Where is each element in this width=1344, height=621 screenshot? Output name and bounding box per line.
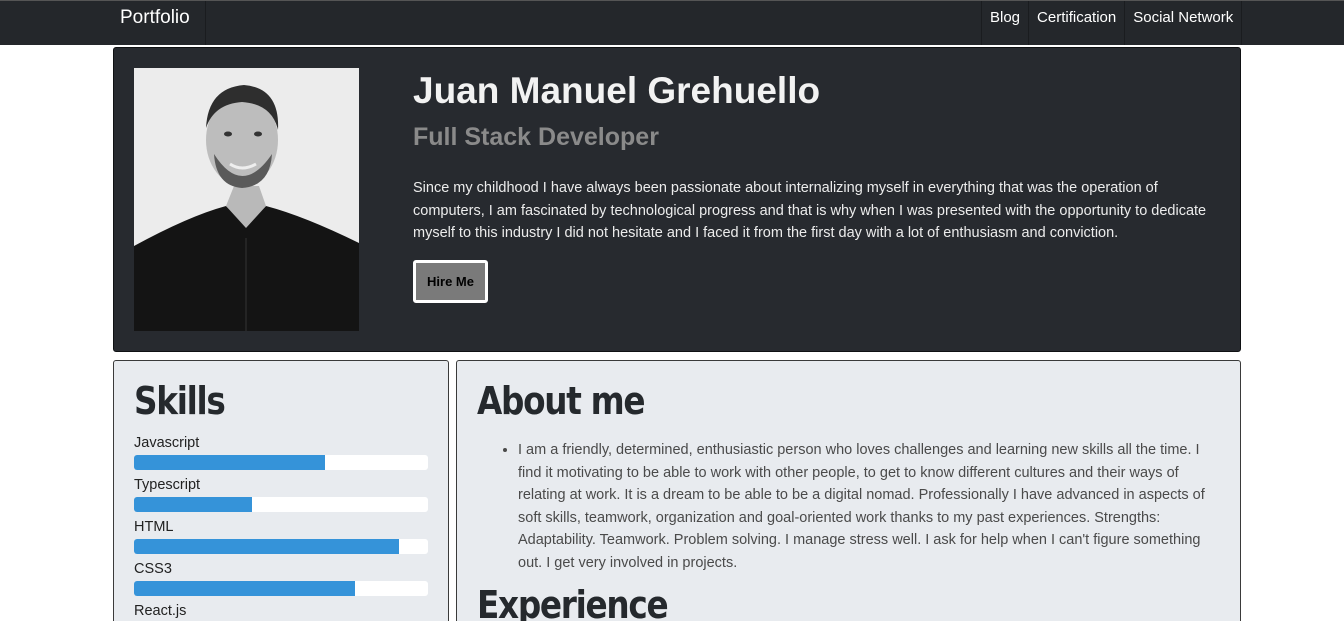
hero-role: Full Stack Developer	[413, 123, 659, 151]
skill-label: Typescript	[134, 477, 201, 493]
hero-bio: Since my childhood I have always been pa…	[413, 180, 1207, 241]
about-text: I am a friendly, determined, enthusiasti…	[518, 439, 1223, 575]
hero-name: Juan Manuel Grehuello	[413, 70, 821, 111]
skill-progress-bar	[134, 455, 428, 470]
skill-css3: CSS3	[134, 561, 428, 596]
skill-progress-fill	[134, 497, 252, 512]
skill-progress-fill	[134, 539, 399, 554]
nav-link-certification[interactable]: Certification	[1028, 1, 1124, 45]
about-panel: About me I am a friendly, determined, en…	[456, 360, 1241, 621]
skill-label: React.js	[134, 603, 187, 619]
nav-links: Blog Certification Social Network	[981, 1, 1243, 45]
skills-panel: Skills Javascript Typescript HTML CSS3 R…	[113, 360, 449, 621]
skill-progress-bar	[134, 539, 428, 554]
hero-card: Juan Manuel Grehuello Full Stack Develop…	[113, 47, 1241, 352]
nav-link-blog[interactable]: Blog	[981, 1, 1028, 45]
skill-typescript: Typescript	[134, 477, 428, 512]
hire-me-button[interactable]: Hire Me	[413, 260, 488, 303]
skill-progress-bar	[134, 497, 428, 512]
top-navbar: Portfolio Blog Certification Social Netw…	[0, 0, 1344, 45]
experience-title: Experience	[477, 583, 669, 621]
skill-progress-fill	[134, 581, 355, 596]
skill-react: React.js	[134, 603, 428, 621]
skills-title: Skills	[134, 379, 226, 423]
skill-label: HTML	[134, 519, 174, 535]
skill-javascript: Javascript	[134, 435, 428, 470]
skill-progress-bar	[134, 581, 428, 596]
profile-photo-image	[134, 68, 359, 331]
skill-progress-fill	[134, 455, 326, 470]
skill-label: CSS3	[134, 561, 172, 577]
skill-label: Javascript	[134, 435, 200, 451]
brand-link[interactable]: Portfolio	[113, 1, 206, 45]
about-list: I am a friendly, determined, enthusiasti…	[518, 439, 1223, 575]
about-title: About me	[477, 379, 646, 423]
skill-html: HTML	[134, 519, 428, 554]
nav-link-social-network[interactable]: Social Network	[1124, 1, 1243, 45]
profile-photo	[134, 68, 359, 331]
